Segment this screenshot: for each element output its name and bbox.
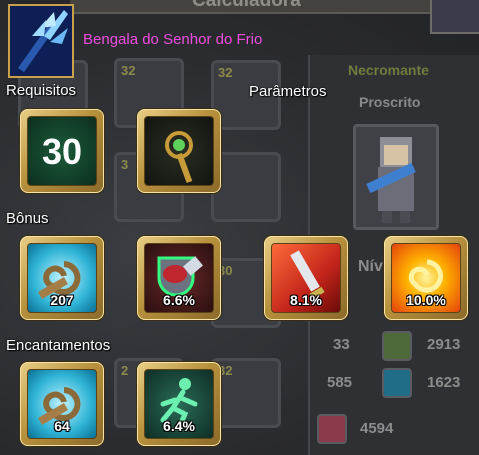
bonus-value: 8.1% <box>290 292 322 308</box>
bonus-slot: 8.1% <box>264 236 348 320</box>
figure-icon <box>382 331 412 361</box>
health-icon <box>317 414 347 444</box>
bonus-value: 10.0% <box>406 292 446 308</box>
ice-staff-icon <box>18 10 68 72</box>
bonus-slot: 207 <box>20 236 104 320</box>
bg-item-slot: 32 <box>211 358 281 428</box>
character-level-label: Nív <box>358 258 383 275</box>
bg-item-slot <box>211 152 281 222</box>
staff-icon <box>165 131 193 184</box>
character-class: Necromante <box>348 62 429 78</box>
bonus-slot: 10.0% <box>384 236 468 320</box>
stat-value: 4594 <box>360 420 394 437</box>
section-label-parameters: Parâmetros <box>249 83 327 100</box>
required-level-slot: 30 <box>20 109 104 193</box>
required-level-value: 30 <box>41 131 83 172</box>
stat-value: 1623 <box>427 374 461 391</box>
corner-item-thumbnail[interactable] <box>430 0 479 34</box>
enchantment-slot: 64 <box>20 362 104 446</box>
bonus-value: 207 <box>50 292 74 308</box>
enchantment-value: 64 <box>54 418 70 434</box>
stat-value: 2913 <box>427 336 461 353</box>
bonus-value: 6.6% <box>163 292 195 308</box>
section-label-requirements: Requisitos <box>6 82 77 99</box>
window-titlebar: Calculadora <box>70 0 430 14</box>
vortex-icon <box>382 368 412 398</box>
required-class-slot <box>137 109 221 193</box>
stat-value: 585 <box>327 374 353 391</box>
section-label-bonus: Bônus <box>6 210 49 227</box>
item-header-icon <box>8 4 74 78</box>
enchantment-slot: 6.4% <box>137 362 221 446</box>
character-subclass: Proscrito <box>359 94 421 110</box>
bonus-slot: 6.6% <box>137 236 221 320</box>
character-portrait[interactable] <box>353 124 439 230</box>
enchantment-value: 6.4% <box>163 418 195 434</box>
stat-value: 33 <box>333 336 350 353</box>
window-title: Calculadora <box>192 0 301 11</box>
item-name: Bengala do Senhor do Frio <box>83 31 263 48</box>
section-label-enchantments: Encantamentos <box>6 337 111 354</box>
